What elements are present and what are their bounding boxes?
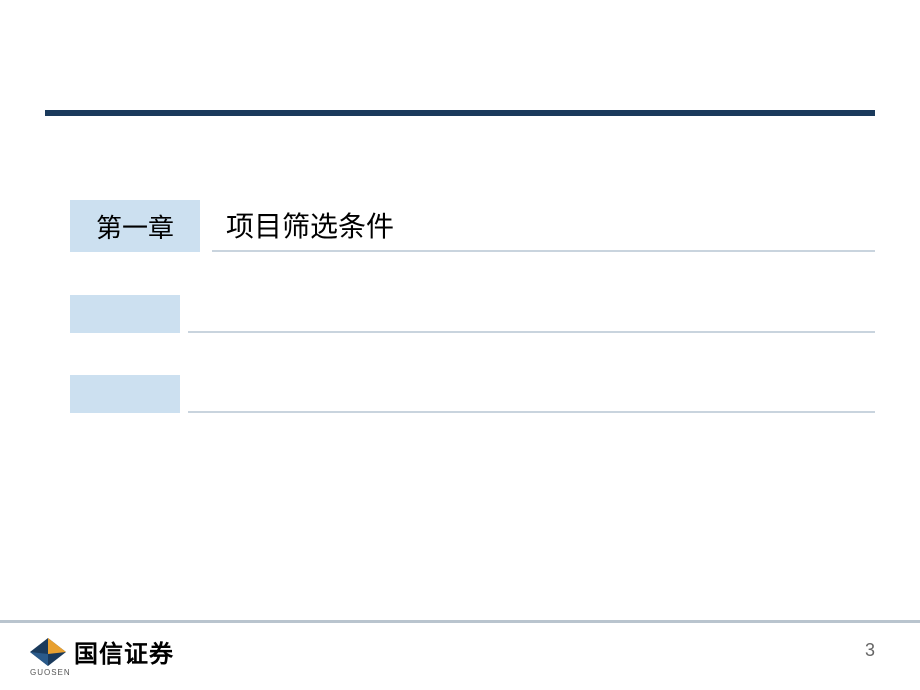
chapter-label-box-empty (70, 295, 180, 333)
footer-divider (0, 620, 920, 623)
footer: 国信证券 GUOSEN 3 (0, 620, 920, 690)
gap (200, 200, 212, 252)
chapter-title: 项目筛选条件 (226, 205, 394, 245)
chapter-label-box: 第一章 (70, 200, 200, 252)
logo-icon (28, 636, 68, 668)
company-logo: 国信证券 (28, 634, 174, 669)
chapter-row-active: 第一章 项目筛选条件 (70, 200, 875, 252)
chapter-label: 第一章 (96, 208, 174, 245)
top-divider (45, 110, 875, 116)
chapter-title-box-empty (188, 375, 875, 413)
company-name-en: GUOSEN (30, 668, 71, 677)
chapter-label-box-empty (70, 375, 180, 413)
gap (180, 375, 188, 413)
gap (180, 295, 188, 333)
company-name: 国信证券 (74, 634, 174, 669)
page-number: 3 (865, 640, 875, 661)
chapter-title-box: 项目筛选条件 (212, 200, 875, 252)
chapter-row-empty-1 (70, 295, 875, 333)
chapter-row-empty-2 (70, 375, 875, 413)
slide: 第一章 项目筛选条件 (0, 0, 920, 690)
chapter-title-box-empty (188, 295, 875, 333)
